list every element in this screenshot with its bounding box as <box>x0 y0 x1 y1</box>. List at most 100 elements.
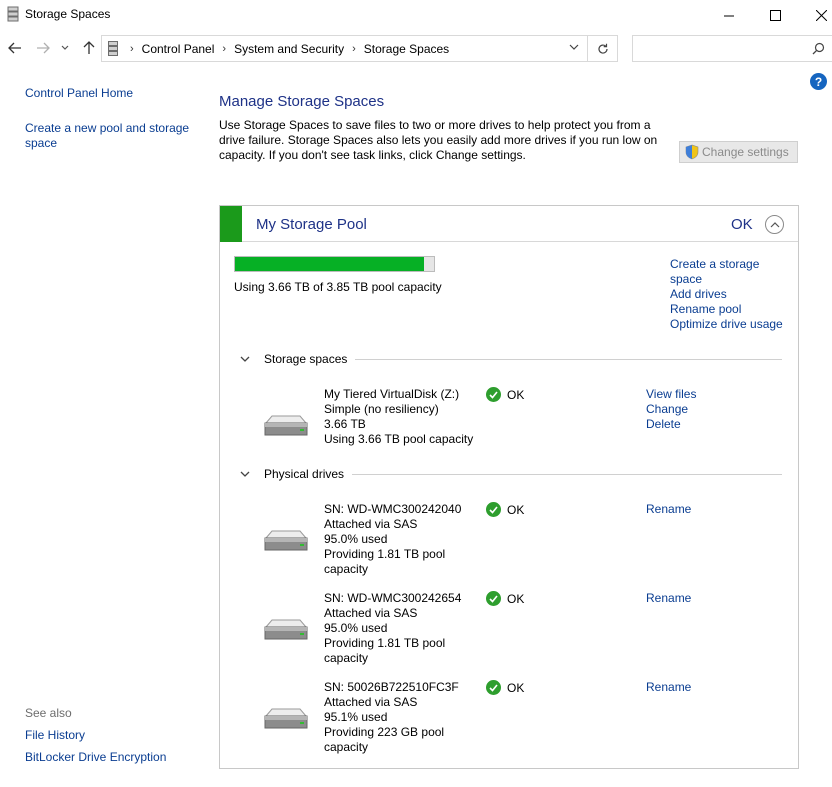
drive-status: OK <box>486 502 524 517</box>
recent-locations-button[interactable] <box>59 39 71 57</box>
drive-attachment: Attached via SAS <box>324 695 418 709</box>
drive-info: SN: WD-WMC300242040 Attached via SAS 95.… <box>324 502 474 577</box>
create-storage-space-link[interactable]: Create a storage space <box>670 257 790 287</box>
forward-arrow-icon <box>37 42 50 54</box>
close-icon <box>815 9 827 21</box>
drive-icon <box>264 619 308 640</box>
address-dropdown-icon[interactable] <box>569 43 579 51</box>
breadcrumb-control-panel[interactable]: Control Panel <box>142 42 215 56</box>
title-bar: Storage Spaces <box>0 0 832 30</box>
status-text: OK <box>507 502 525 517</box>
breadcrumb-separator-icon: › <box>130 43 134 55</box>
pool-header: My Storage Pool OK <box>220 206 798 242</box>
forward-button[interactable] <box>34 39 52 57</box>
see-also-section: See also File History BitLocker Drive En… <box>25 706 166 772</box>
drive-info: SN: 50026B722510FC3F Attached via SAS 95… <box>324 680 474 755</box>
drive-actions: Rename <box>646 680 691 695</box>
storage-space-usage: Using 3.66 TB pool capacity <box>324 432 474 446</box>
optimize-drive-usage-link[interactable]: Optimize drive usage <box>670 317 790 332</box>
pool-capacity-text: Using 3.66 TB of 3.85 TB pool capacity <box>234 280 442 294</box>
status-text: OK <box>507 591 525 606</box>
create-new-pool-link[interactable]: Create a new pool and storage space <box>25 121 200 151</box>
minimize-button[interactable] <box>706 0 752 30</box>
view-files-link[interactable]: View files <box>646 387 696 402</box>
physical-drives-heading: Physical drives <box>264 467 345 481</box>
drive-attachment: Attached via SAS <box>324 517 418 531</box>
search-input[interactable] <box>633 36 803 61</box>
storage-space-status: OK <box>486 387 524 402</box>
physical-drive-item: SN: WD-WMC300242654 Attached via SAS 95.… <box>220 591 798 671</box>
rename-pool-link[interactable]: Rename pool <box>670 302 790 317</box>
storage-space-resiliency: Simple (no resiliency) <box>324 402 439 416</box>
change-link[interactable]: Change <box>646 402 696 417</box>
help-icon[interactable]: ? <box>810 73 827 90</box>
breadcrumb-separator-icon: › <box>222 43 227 55</box>
navigation-bar: › Control Panel › System and Security › … <box>0 34 832 64</box>
physical-drive-item: SN: 50026B722510FC3F Attached via SAS 95… <box>220 680 798 760</box>
drive-providing: Providing 1.81 TB pool capacity <box>324 636 446 665</box>
rename-drive-link[interactable]: Rename <box>646 591 691 606</box>
change-settings-button[interactable]: Change settings <box>679 141 798 163</box>
address-bar[interactable]: › Control Panel › System and Security › … <box>101 35 588 62</box>
refresh-icon <box>597 43 608 54</box>
storage-space-size: 3.66 TB <box>324 417 366 431</box>
storage-spaces-icon <box>108 41 118 56</box>
up-button[interactable] <box>80 39 98 57</box>
drive-actions: Rename <box>646 502 691 517</box>
pool-name: My Storage Pool <box>256 216 367 233</box>
physical-drives-section-header[interactable]: Physical drives <box>240 467 782 481</box>
rename-drive-link[interactable]: Rename <box>646 680 691 695</box>
ok-check-icon <box>486 591 501 606</box>
breadcrumb-storage-spaces[interactable]: Storage Spaces <box>364 42 449 56</box>
window-title: Storage Spaces <box>25 7 111 21</box>
delete-link[interactable]: Delete <box>646 417 696 432</box>
ok-check-icon <box>486 387 501 402</box>
pool-status: OK <box>731 216 753 233</box>
file-history-link[interactable]: File History <box>25 728 166 742</box>
breadcrumb-system-and-security[interactable]: System and Security <box>234 42 344 56</box>
back-arrow-icon <box>8 42 21 54</box>
drive-icon <box>264 708 308 729</box>
pool-capacity-bar <box>234 256 435 272</box>
change-settings-label: Change settings <box>702 145 789 159</box>
pool-capacity-fill <box>235 257 425 271</box>
storage-spaces-icon <box>7 6 19 22</box>
storage-pool-panel: My Storage Pool OK Using 3.66 TB of 3.85… <box>219 205 799 769</box>
storage-space-info: My Tiered VirtualDisk (Z:) Simple (no re… <box>324 387 474 447</box>
drive-used: 95.0% used <box>324 621 388 635</box>
control-panel-home-link[interactable]: Control Panel Home <box>25 86 200 101</box>
collapse-pool-button[interactable] <box>765 215 784 234</box>
section-divider <box>352 473 782 475</box>
bitlocker-link[interactable]: BitLocker Drive Encryption <box>25 750 166 764</box>
recent-chevron-icon <box>61 45 69 50</box>
close-button[interactable] <box>798 0 832 30</box>
drive-status: OK <box>486 591 524 606</box>
maximize-button[interactable] <box>752 0 798 30</box>
breadcrumb-separator-icon: › <box>352 43 356 55</box>
refresh-button[interactable] <box>588 35 618 62</box>
add-drives-link[interactable]: Add drives <box>670 287 790 302</box>
page-description: Use Storage Spaces to save files to two … <box>219 118 658 162</box>
up-arrow-icon <box>83 41 95 54</box>
status-text: OK <box>507 680 525 695</box>
rename-drive-link[interactable]: Rename <box>646 502 691 517</box>
storage-space-actions: View files Change Delete <box>646 387 696 432</box>
search-icon[interactable] <box>812 42 825 55</box>
pool-tasks: Create a storage space Add drives Rename… <box>670 257 790 332</box>
minimize-icon <box>723 15 734 16</box>
chevron-down-icon <box>240 471 252 478</box>
page-title: Manage Storage Spaces <box>219 93 385 110</box>
ok-check-icon <box>486 680 501 695</box>
chevron-up-icon <box>770 222 779 228</box>
back-button[interactable] <box>6 39 24 57</box>
left-pane: Control Panel Home Create a new pool and… <box>25 86 200 151</box>
drive-attachment: Attached via SAS <box>324 606 418 620</box>
drive-used: 95.0% used <box>324 532 388 546</box>
storage-spaces-heading: Storage spaces <box>264 352 348 366</box>
search-box[interactable] <box>632 35 832 62</box>
section-divider <box>355 358 782 360</box>
storage-spaces-section-header[interactable]: Storage spaces <box>240 352 782 366</box>
drive-serial: SN: WD-WMC300242040 <box>324 502 462 516</box>
drive-icon <box>264 415 308 436</box>
drive-serial: SN: WD-WMC300242654 <box>324 591 462 605</box>
